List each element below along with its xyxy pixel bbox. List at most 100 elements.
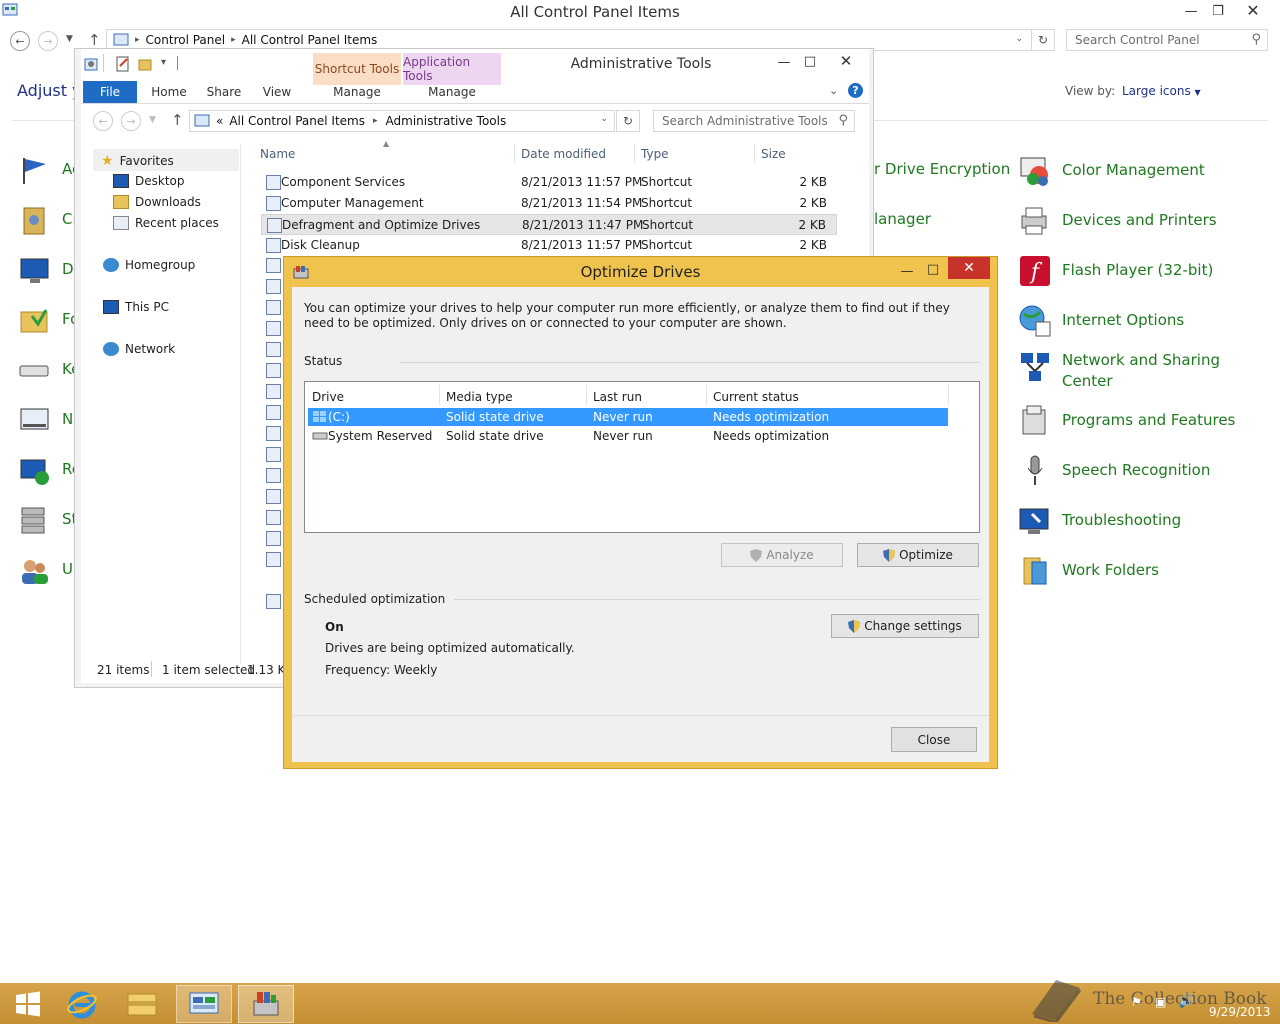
column-current-status[interactable]: Current status — [713, 390, 799, 404]
optimize-close-icon[interactable]: ✕ — [948, 257, 990, 279]
analyze-button[interactable]: Analyze — [721, 543, 843, 567]
nav-network[interactable]: Network — [103, 342, 175, 356]
breadcrumb-control-panel[interactable]: Control Panel — [146, 33, 226, 47]
nav-downloads[interactable]: Downloads — [113, 195, 201, 209]
admin-forward-button[interactable]: → — [121, 111, 141, 131]
customize-toolbar-dropdown[interactable]: ▾ — [161, 57, 166, 68]
admin-up-button[interactable]: ↑ — [171, 111, 184, 129]
optimize-maximize-button[interactable]: □ — [920, 259, 946, 279]
admin-recent-dropdown[interactable]: ▼ — [149, 115, 156, 125]
refresh-button[interactable]: ↻ — [1031, 29, 1055, 51]
admin-search-input[interactable]: Search Administrative Tools ⚲ — [653, 110, 855, 132]
shortcut-icon[interactable] — [266, 489, 281, 504]
file-row[interactable]: Disk Cleanup 8/21/2013 11:57 PM Shortcut… — [261, 235, 837, 256]
storage-spaces-icon[interactable] — [18, 504, 52, 538]
breadcrumb-admin-tools[interactable]: Administrative Tools — [386, 114, 507, 128]
forward-button[interactable]: → — [38, 31, 58, 51]
column-size[interactable]: Size — [761, 147, 786, 161]
cp-item-user-accounts[interactable]: U — [62, 560, 73, 578]
breadcrumb-all-items[interactable]: All Control Panel Items — [242, 33, 378, 47]
shortcut-icon[interactable] — [266, 342, 281, 357]
shortcut-icon[interactable] — [266, 447, 281, 462]
file-row[interactable]: Component Services 8/21/2013 11:57 PM Sh… — [261, 172, 837, 193]
up-button[interactable]: ↑ — [88, 31, 101, 49]
file-explorer-button[interactable] — [114, 985, 170, 1023]
admin-address-bar[interactable]: « All Control Panel Items ▸ Administrati… — [189, 110, 615, 132]
user-accounts-icon[interactable] — [18, 554, 52, 588]
admin-address-dropdown[interactable]: ⌄ — [600, 114, 608, 124]
admin-close-button[interactable]: ✕ — [833, 51, 859, 71]
recovery-icon[interactable] — [18, 454, 52, 488]
column-type[interactable]: Type — [641, 147, 669, 161]
minimize-button[interactable]: — — [1178, 1, 1204, 21]
cp-item-color-management[interactable]: Color Management — [1018, 154, 1205, 188]
volume-tray-icon[interactable]: 🔊 — [1178, 994, 1194, 1009]
cp-item-notification-area[interactable]: N — [62, 410, 73, 428]
file-row-selected[interactable]: Defragment and Optimize Drives 8/21/2013… — [261, 214, 837, 235]
shortcut-icon[interactable] — [266, 426, 281, 441]
shortcut-icon[interactable] — [266, 510, 281, 525]
start-button[interactable] — [0, 985, 56, 1023]
action-center-tray-icon[interactable]: ⚑ — [1131, 995, 1142, 1009]
cp-item-programs-features[interactable]: Programs and Features — [1018, 404, 1235, 438]
close-button[interactable]: ✕ — [1240, 0, 1266, 20]
action-center-icon[interactable] — [18, 154, 52, 188]
file-row[interactable]: Computer Management 8/21/2013 11:54 PM S… — [261, 193, 837, 214]
breadcrumb-all-items[interactable]: All Control Panel Items — [229, 114, 365, 128]
column-date-modified[interactable]: Date modified — [521, 147, 606, 161]
tab-home[interactable]: Home — [145, 81, 193, 103]
nav-desktop[interactable]: Desktop — [113, 174, 185, 188]
shortcut-icon[interactable] — [266, 279, 281, 294]
shortcut-icon[interactable] — [266, 384, 281, 399]
shortcut-icon[interactable] — [266, 363, 281, 378]
shortcut-icon[interactable] — [266, 552, 281, 567]
network-tray-icon[interactable]: ▣ — [1155, 995, 1166, 1009]
cp-item-internet-options[interactable]: Internet Options — [1018, 304, 1184, 338]
admin-back-button[interactable]: ← — [93, 111, 113, 131]
credential-manager-icon[interactable] — [18, 204, 52, 238]
close-button[interactable]: Close — [891, 727, 977, 752]
folder-options-icon[interactable] — [18, 304, 52, 338]
clock-date[interactable]: 9/29/2013 — [1209, 1005, 1271, 1019]
restore-button[interactable]: ❐ — [1205, 1, 1231, 21]
drive-list[interactable]: Drive Media type Last run Current status… — [304, 381, 980, 533]
shortcut-icon[interactable] — [266, 321, 281, 336]
column-last-run[interactable]: Last run — [593, 390, 642, 404]
nav-recent-places[interactable]: Recent places — [113, 216, 219, 230]
shortcut-icon[interactable] — [266, 531, 281, 546]
address-dropdown[interactable]: ⌄ — [1015, 34, 1023, 44]
cp-item-flash-player[interactable]: f Flash Player (32-bit) — [1018, 254, 1213, 288]
tab-manage-application[interactable]: Manage — [403, 81, 501, 103]
shortcut-icon[interactable] — [266, 405, 281, 420]
nav-favorites[interactable]: ★ Favorites — [101, 153, 174, 169]
column-drive[interactable]: Drive — [312, 390, 344, 404]
keyboard-icon[interactable] — [18, 354, 52, 388]
internet-explorer-button[interactable] — [54, 985, 110, 1023]
cp-item-bitlocker[interactable]: r Drive Encryption — [874, 160, 1010, 178]
drive-row[interactable]: System Reserved Solid state drive Never … — [308, 427, 948, 445]
column-media-type[interactable]: Media type — [446, 390, 513, 404]
nav-this-pc[interactable]: This PC — [103, 300, 169, 314]
optimize-drives-taskbar-button[interactable] — [238, 985, 294, 1023]
cp-item-work-folders[interactable]: Work Folders — [1018, 554, 1159, 588]
shortcut-icon[interactable] — [266, 594, 281, 609]
drive-row-selected[interactable]: (C:) Solid state drive Never run Needs o… — [308, 408, 948, 426]
shortcut-icon[interactable] — [266, 300, 281, 315]
cp-item-device-manager[interactable]: lanager — [874, 210, 931, 228]
properties-icon[interactable] — [115, 56, 131, 72]
tab-share[interactable]: Share — [201, 81, 247, 103]
tab-view[interactable]: View — [255, 81, 299, 103]
column-name[interactable]: Name — [260, 147, 295, 161]
search-input[interactable]: Search Control Panel ⚲ — [1066, 29, 1268, 51]
admin-minimize-button[interactable]: — — [771, 52, 797, 72]
ribbon-expand-chevron-icon[interactable]: ⌄ — [829, 84, 838, 97]
optimize-button[interactable]: Optimize — [857, 543, 979, 567]
view-by-dropdown[interactable]: Large icons ▼ — [1122, 84, 1201, 98]
admin-refresh-button[interactable]: ↻ — [616, 110, 640, 132]
display-icon[interactable] — [18, 254, 52, 288]
new-folder-icon[interactable] — [137, 56, 153, 72]
cp-item-devices-printers[interactable]: Devices and Printers — [1018, 204, 1217, 238]
nav-homegroup[interactable]: Homegroup — [103, 258, 195, 272]
change-settings-button[interactable]: Change settings — [831, 614, 979, 638]
cp-item-speech-recognition[interactable]: Speech Recognition — [1018, 454, 1210, 488]
